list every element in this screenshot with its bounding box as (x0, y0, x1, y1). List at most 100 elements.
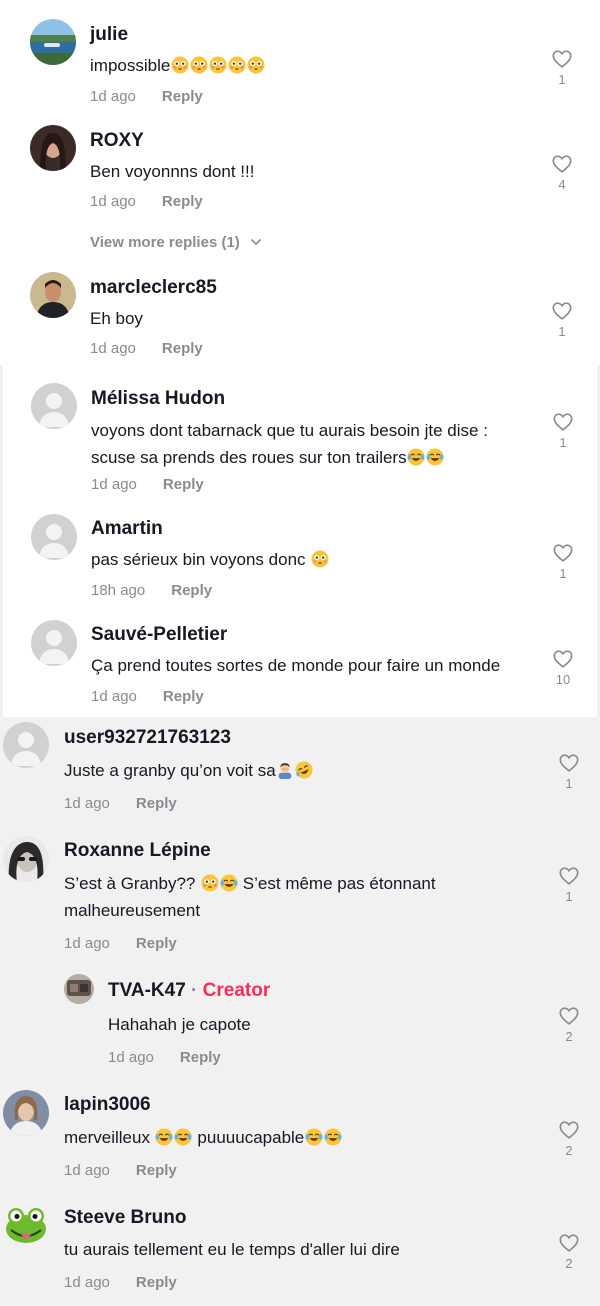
like-count: 4 (558, 177, 566, 192)
comment-timestamp: 1d ago (64, 1162, 110, 1179)
comment-meta: 1d ago Reply (64, 1274, 177, 1291)
comment-meta: 1d ago Reply (91, 688, 204, 705)
reply-username[interactable]: TVA-K47 (108, 980, 186, 1001)
creator-badge: Creator (202, 980, 271, 1001)
comment-timestamp: 1d ago (90, 88, 136, 105)
comment-text: impossible (90, 52, 265, 79)
avatar[interactable] (30, 125, 76, 171)
like-count: 1 (565, 889, 573, 904)
reply-button[interactable]: Reply (136, 795, 177, 812)
comment-meta: 1d ago Reply (64, 1162, 177, 1179)
avatar[interactable] (3, 1090, 49, 1136)
like-count: 1 (559, 566, 567, 581)
like-button[interactable]: 1 (547, 542, 579, 581)
chevron-down-icon (250, 238, 262, 246)
reply-button[interactable]: Reply (171, 582, 212, 599)
default-avatar-icon (31, 620, 77, 666)
like-button[interactable]: 2 (553, 1232, 585, 1271)
comment-username[interactable]: ROXY (90, 130, 144, 152)
like-button[interactable]: 1 (546, 300, 578, 339)
view-more-replies-label: View more replies (1) (90, 234, 240, 251)
like-button[interactable]: 10 (547, 648, 579, 687)
comment-username[interactable]: julie (90, 24, 128, 46)
comment-username[interactable]: lapin3006 (64, 1094, 151, 1116)
flushed-emoji-icon (247, 56, 265, 74)
comment-username: TVA-K47 · Creator (108, 980, 270, 1002)
laughing-tears-emoji-icon (155, 1128, 173, 1146)
comment-username[interactable]: marcleclerc85 (90, 277, 217, 299)
like-count: 2 (565, 1029, 573, 1044)
comment-username[interactable]: user932721763123 (64, 727, 231, 749)
reply-button[interactable]: Reply (180, 1049, 221, 1066)
like-count: 10 (555, 672, 571, 687)
comment-meta: 1d ago Reply (64, 935, 177, 952)
heart-outline-icon (558, 1119, 580, 1141)
reply-button[interactable]: Reply (136, 1274, 177, 1291)
heart-outline-icon (558, 1005, 580, 1027)
comment-text: pas sérieux bin voyons donc (91, 546, 329, 573)
comment-text: Ben voyonnns dont !!! (90, 158, 254, 185)
comment-text-content: pas sérieux bin voyons donc (91, 550, 311, 569)
comment-text: voyons dont tabarnack que tu aurais beso… (91, 417, 531, 471)
rofl-emoji-icon (295, 761, 313, 779)
comment-username[interactable]: Amartin (91, 518, 163, 540)
comment-text: tu aurais tellement eu le temps d'aller … (64, 1236, 400, 1263)
default-avatar-icon (31, 514, 77, 560)
heart-outline-icon (552, 411, 574, 433)
comment-timestamp: 1d ago (108, 1049, 154, 1066)
view-more-replies-button[interactable]: View more replies (1) (90, 234, 262, 251)
avatar[interactable] (30, 272, 76, 318)
avatar[interactable] (3, 836, 49, 882)
reply-button[interactable]: Reply (162, 340, 203, 357)
laughing-tears-emoji-icon (324, 1128, 342, 1146)
heart-outline-icon (551, 48, 573, 70)
comment-text-content: puuuucapable (192, 1128, 305, 1147)
comment-username[interactable]: Steeve Bruno (64, 1207, 186, 1229)
avatar[interactable] (31, 514, 77, 560)
like-button[interactable]: 2 (553, 1005, 585, 1044)
avatar[interactable] (30, 19, 76, 65)
comment-username[interactable]: Sauvé-Pelletier (91, 624, 227, 646)
flushed-emoji-icon (171, 56, 189, 74)
comment-meta: 1d ago Reply (90, 340, 203, 357)
comment-text-content: S’est même pas étonnant (238, 874, 436, 893)
avatar[interactable] (64, 974, 94, 1004)
avatar[interactable] (3, 722, 49, 768)
reply-button[interactable]: Reply (163, 688, 204, 705)
flushed-emoji-icon (190, 56, 208, 74)
comment-meta: 1d ago Reply (91, 476, 204, 493)
like-count: 1 (558, 324, 566, 339)
reply-button[interactable]: Reply (136, 1162, 177, 1179)
flushed-emoji-icon (201, 874, 219, 892)
like-button[interactable]: 1 (546, 48, 578, 87)
comment-username[interactable]: Mélissa Hudon (91, 388, 225, 410)
comment-text-content: Ça prend toutes sortes de monde pour fai… (91, 656, 501, 675)
avatar[interactable] (3, 1202, 49, 1248)
flushed-emoji-icon (228, 56, 246, 74)
avatar[interactable] (31, 620, 77, 666)
avatar[interactable] (31, 383, 77, 429)
comment-text: Ça prend toutes sortes de monde pour fai… (91, 652, 500, 679)
reply-button[interactable]: Reply (162, 193, 203, 210)
comment-text-content: impossible (90, 56, 171, 75)
comment-timestamp: 1d ago (91, 476, 137, 493)
heart-outline-icon (552, 648, 574, 670)
comment-timestamp: 1d ago (90, 340, 136, 357)
comment-text-content: Hahahah je capote (108, 1015, 251, 1034)
reply-button[interactable]: Reply (136, 935, 177, 952)
comment-text-line: malheureusement (64, 901, 201, 920)
like-button[interactable]: 1 (553, 865, 585, 904)
comment-timestamp: 18h ago (91, 582, 146, 599)
like-button[interactable]: 1 (547, 411, 579, 450)
reply-button[interactable]: Reply (163, 476, 204, 493)
reply-button[interactable]: Reply (162, 88, 203, 105)
like-button[interactable]: 1 (553, 752, 585, 791)
like-count: 1 (558, 72, 566, 87)
comment-text-content: Juste a granby qu’on voit sa (64, 761, 276, 780)
comment-meta: 1d ago Reply (90, 88, 203, 105)
comment-meta: 1d ago Reply (64, 795, 177, 812)
like-count: 2 (565, 1256, 573, 1271)
comment-username[interactable]: Roxanne Lépine (64, 840, 211, 862)
like-button[interactable]: 2 (553, 1119, 585, 1158)
like-button[interactable]: 4 (546, 153, 578, 192)
